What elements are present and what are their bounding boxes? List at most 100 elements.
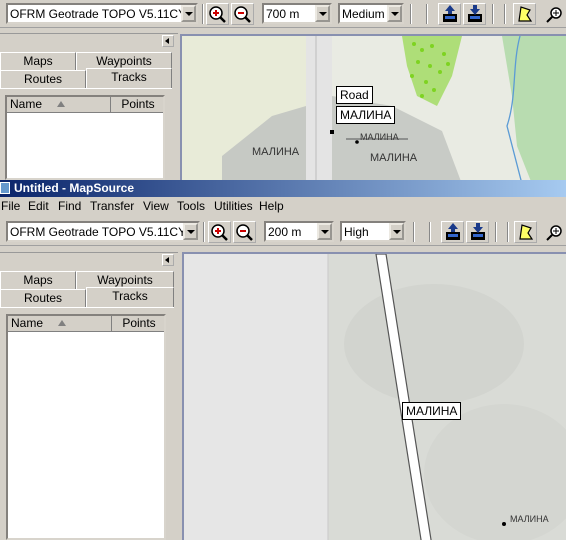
window-title: Untitled - MapSource — [14, 181, 135, 195]
map-view[interactable]: Road МАЛИНА МАЛИНА МАЛИНА МАЛИНА — [180, 34, 566, 180]
sidebar-panel: Maps Waypoints Routes Tracks Name Points — [0, 246, 178, 540]
zoom-scale-value: 700 m — [266, 7, 300, 21]
map-product-combo[interactable]: OFRM Geotrade TOPO V5.11CYR — [6, 3, 198, 24]
tracks-list[interactable]: Name Points — [5, 95, 165, 180]
map-area-label: МАЛИНА — [370, 152, 418, 164]
zoom-tool-icon — [546, 7, 562, 23]
send-to-device-button[interactable] — [441, 221, 464, 243]
map-select-button[interactable] — [514, 221, 537, 243]
zoom-tool-icon — [546, 225, 562, 241]
zoom-out-button[interactable] — [233, 221, 256, 243]
detail-combo[interactable]: High — [340, 221, 406, 242]
tracks-list[interactable]: Name Points — [6, 314, 166, 540]
menu-file[interactable]: File — [1, 199, 20, 213]
receive-from-device-icon — [471, 223, 485, 240]
toolbar-separator — [203, 222, 205, 242]
collapse-sidebar-icon[interactable] — [162, 35, 174, 47]
zoom-out-button[interactable] — [231, 3, 254, 25]
sort-ascending-icon — [58, 320, 66, 326]
menu-tools[interactable]: Tools — [177, 199, 205, 213]
menu-view[interactable]: View — [143, 199, 169, 213]
chevron-down-icon[interactable] — [387, 5, 402, 22]
send-to-device-icon — [443, 5, 457, 22]
list-header: Name Points — [7, 97, 163, 113]
sidebar-panel: Maps Waypoints Routes Tracks Name Points — [0, 28, 178, 180]
column-header-name[interactable]: Name — [8, 316, 112, 332]
list-header: Name Points — [8, 316, 164, 332]
map-select-icon — [519, 224, 534, 240]
mapsource-window: Untitled - MapSource File Edit Find Tran… — [0, 180, 566, 540]
map-area-label: МАЛИНА — [252, 146, 300, 158]
zoom-in-icon — [211, 224, 228, 241]
toolbar-separator — [413, 222, 415, 242]
menu-transfer[interactable]: Transfer — [90, 199, 134, 213]
receive-from-device-button[interactable] — [466, 221, 489, 243]
chevron-down-icon[interactable] — [183, 223, 198, 240]
menu-help[interactable]: Help — [259, 199, 284, 213]
zoom-tool-button[interactable] — [543, 221, 566, 243]
toolbar-separator — [426, 4, 428, 24]
main-toolbar: OFRM Geotrade TOPO V5.11CYR 700 m Medium — [0, 0, 566, 28]
background-mapsource-window: OFRM Geotrade TOPO V5.11CYR 700 m Medium — [0, 0, 566, 180]
column-header-points[interactable]: Points — [113, 97, 163, 112]
toolbar-separator — [429, 222, 431, 242]
main-toolbar: OFRM Geotrade TOPO V5.11CYR 200 m High — [0, 218, 566, 246]
map-point-label: МАЛИНА — [360, 132, 399, 142]
collapse-sidebar-icon[interactable] — [162, 254, 174, 266]
zoom-in-button[interactable] — [208, 221, 231, 243]
tab-routes[interactable]: Routes — [0, 289, 86, 307]
tab-routes[interactable]: Routes — [0, 70, 86, 88]
send-to-device-icon — [446, 223, 460, 240]
map-select-icon — [518, 6, 533, 22]
chevron-down-icon[interactable] — [315, 5, 330, 22]
chevron-down-icon[interactable] — [181, 5, 196, 22]
sort-ascending-icon — [57, 101, 65, 107]
menu-edit[interactable]: Edit — [28, 199, 49, 213]
map-view[interactable]: МАЛИНА МАЛИНА — [182, 252, 566, 540]
zoom-out-icon — [236, 224, 253, 241]
map-select-button[interactable] — [513, 3, 536, 25]
zoom-tool-button[interactable] — [543, 3, 566, 25]
zoom-scale-combo[interactable]: 700 m — [262, 3, 332, 24]
map-canvas[interactable] — [184, 254, 566, 540]
menu-utilities[interactable]: Utilities — [214, 199, 253, 213]
menu-bar: File Edit Find Transfer View Tools Utili… — [0, 197, 566, 216]
send-to-device-button[interactable] — [438, 3, 461, 25]
tab-tracks[interactable]: Tracks — [86, 287, 174, 307]
detail-value: High — [344, 225, 369, 239]
app-icon — [0, 182, 10, 194]
chevron-down-icon[interactable] — [317, 223, 332, 240]
receive-from-device-button[interactable] — [463, 3, 486, 25]
toolbar-separator — [410, 4, 412, 24]
sidebar-header — [0, 252, 178, 268]
tab-maps[interactable]: Maps — [0, 271, 76, 289]
column-header-name[interactable]: Name — [7, 97, 111, 113]
zoom-in-button[interactable] — [206, 3, 229, 25]
detail-combo[interactable]: Medium — [338, 3, 404, 24]
detail-value: Medium — [342, 7, 385, 21]
toolbar-separator — [202, 4, 204, 24]
map-product-value: OFRM Geotrade TOPO V5.11CYR — [10, 225, 195, 239]
zoom-in-icon — [209, 6, 226, 23]
zoom-out-icon — [234, 6, 251, 23]
toolbar-separator — [495, 222, 497, 242]
road-name-label: МАЛИНА — [402, 402, 462, 420]
tab-tracks[interactable]: Tracks — [86, 68, 172, 88]
column-header-points[interactable]: Points — [114, 316, 164, 331]
chevron-down-icon[interactable] — [389, 223, 404, 240]
tab-maps[interactable]: Maps — [0, 52, 76, 70]
map-tooltip-type: Road — [336, 86, 373, 104]
receive-from-device-icon — [468, 5, 482, 22]
map-product-combo[interactable]: OFRM Geotrade TOPO V5.11CYR — [6, 221, 200, 242]
toolbar-separator — [492, 4, 494, 24]
menu-find[interactable]: Find — [58, 199, 81, 213]
map-tooltip-name: МАЛИНА — [336, 106, 396, 124]
toolbar-separator — [507, 222, 509, 242]
title-bar: Untitled - MapSource — [0, 180, 566, 197]
map-point-label: МАЛИНА — [510, 514, 549, 524]
toolbar-separator — [504, 4, 506, 24]
sidebar-header — [0, 33, 178, 49]
map-product-value: OFRM Geotrade TOPO V5.11CYR — [10, 7, 195, 21]
zoom-scale-combo[interactable]: 200 m — [264, 221, 334, 242]
zoom-scale-value: 200 m — [268, 225, 302, 239]
